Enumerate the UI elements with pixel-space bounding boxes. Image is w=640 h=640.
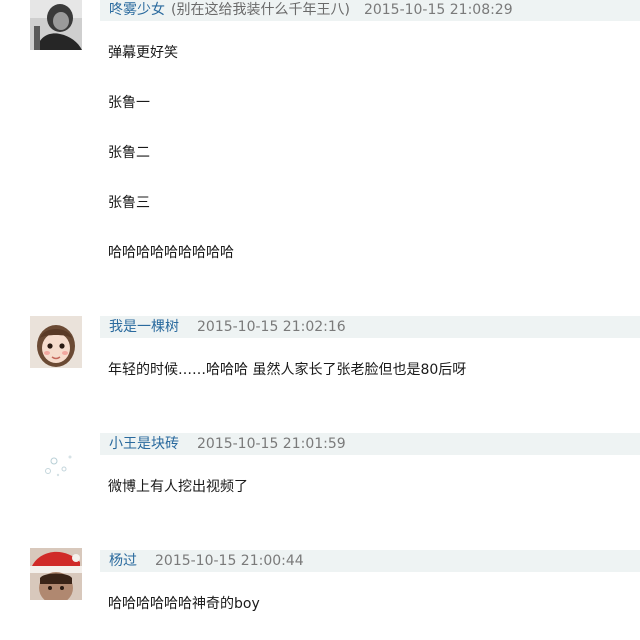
child-portrait-icon — [30, 316, 82, 368]
avatar[interactable] — [30, 316, 82, 368]
avatar[interactable] — [30, 548, 82, 600]
comment-text-line: 张鲁二 — [108, 145, 150, 161]
avatar[interactable] — [30, 433, 82, 485]
comment-text-line: 微博上有人挖出视频了 — [108, 479, 248, 495]
comment-text-line: 张鲁三 — [108, 195, 150, 211]
timestamp: 2015-10-15 21:01:59 — [197, 436, 346, 452]
comment-text-line: 哈哈哈哈哈哈神奇的boy — [108, 596, 260, 612]
comment-text-line: 张鲁一 — [108, 95, 150, 111]
comment-meta: 我是一棵树 2015-10-15 21:02:16 — [100, 316, 640, 338]
avatar[interactable] — [30, 0, 82, 50]
grayscale-portrait-icon — [30, 0, 82, 50]
user-note: (别在这给我装什么千年王八) — [171, 2, 350, 18]
username-link[interactable]: 小王是块砖 — [109, 436, 179, 452]
username-link[interactable]: 我是一棵树 — [109, 319, 179, 335]
comment-text-line: 年轻的时候……哈哈哈 虽然人家长了张老脸但也是80后呀 — [108, 362, 467, 378]
santa-hat-portrait-icon — [30, 548, 82, 600]
comment-text-line: 哈哈哈哈哈哈哈哈哈 — [108, 245, 234, 261]
comment-meta: 咚雾少女 (别在这给我装什么千年王八) 2015-10-15 21:08:29 — [100, 0, 640, 21]
timestamp: 2015-10-15 21:02:16 — [197, 319, 346, 335]
comment-feed: 咚雾少女 (别在这给我装什么千年王八) 2015-10-15 21:08:29 弹幕… — [0, 0, 640, 640]
username-link[interactable]: 杨过 — [109, 553, 137, 569]
comment-meta: 小王是块砖 2015-10-15 21:01:59 — [100, 433, 640, 455]
username-link[interactable]: 咚雾少女 — [109, 2, 165, 18]
comment-text-line: 弹幕更好笑 — [108, 45, 178, 61]
timestamp: 2015-10-15 21:08:29 — [363, 2, 513, 18]
comment-meta: 杨过 2015-10-15 21:00:44 — [100, 550, 640, 572]
timestamp: 2015-10-15 21:00:44 — [155, 553, 304, 569]
faint-bubbles-icon — [30, 433, 82, 485]
